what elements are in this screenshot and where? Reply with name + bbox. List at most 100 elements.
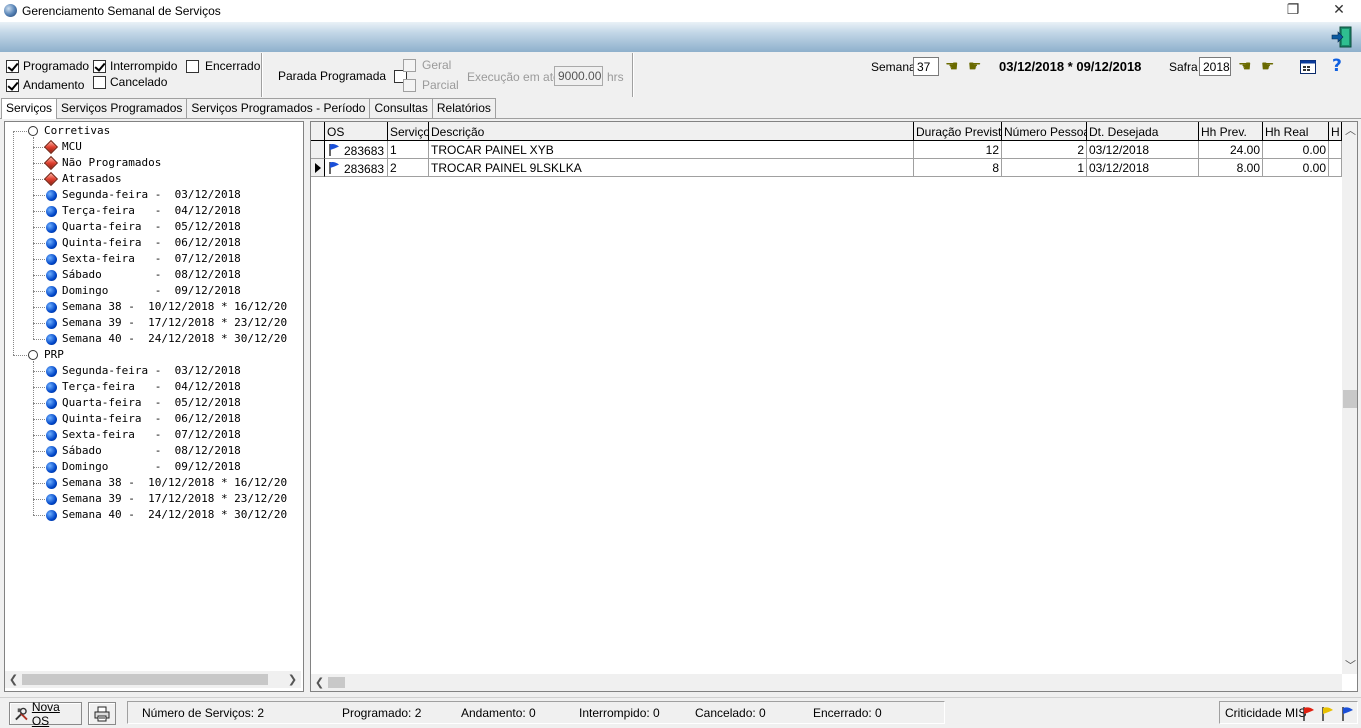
blue-dot-icon[interactable]: [46, 430, 57, 441]
column-header-dt-desejada[interactable]: Dt. Desejada: [1087, 122, 1199, 141]
blue-dot-icon[interactable]: [46, 510, 57, 521]
grid-vertical-scrollbar[interactable]: ︿ ﹀: [1342, 122, 1357, 674]
scroll-right-icon[interactable]: ❯: [284, 671, 301, 688]
column-header-duracao[interactable]: Duração Prevista: [914, 122, 1002, 141]
tree-node-label[interactable]: Terça-feira - 04/12/2018: [62, 379, 241, 395]
tree-node-label[interactable]: Semana 40 - 24/12/2018 * 30/12/20: [62, 507, 287, 523]
blue-dot-icon[interactable]: [46, 286, 57, 297]
blue-dot-icon[interactable]: [46, 478, 57, 489]
tree-node-label[interactable]: Semana 38 - 10/12/2018 * 16/12/20: [62, 475, 287, 491]
node-circle-icon[interactable]: [28, 350, 38, 360]
tree-node-label[interactable]: Sexta-feira - 07/12/2018: [62, 251, 241, 267]
programado-checkbox[interactable]: Programado: [6, 59, 89, 73]
tree-node-label[interactable]: MCU: [62, 139, 82, 155]
andamento-checkbox[interactable]: Andamento: [6, 78, 84, 92]
blue-dot-icon[interactable]: [46, 334, 57, 345]
blue-dot-icon[interactable]: [46, 382, 57, 393]
blue-dot-icon[interactable]: [46, 222, 57, 233]
grid-cell-duracao[interactable]: 12: [914, 141, 1002, 159]
grid-cell-h[interactable]: [1329, 141, 1342, 159]
tab-servicos-programados-periodo[interactable]: Serviços Programados - Período: [186, 98, 371, 118]
scroll-left-icon[interactable]: ❮: [5, 671, 22, 688]
tree-node-label[interactable]: Segunda-feira - 03/12/2018: [62, 363, 241, 379]
grid-cell-servico[interactable]: 2: [388, 159, 429, 177]
cancelado-checkbox[interactable]: Cancelado: [93, 75, 167, 89]
geral-checkbox[interactable]: Geral: [403, 58, 451, 72]
tree-node-label[interactable]: Semana 40 - 24/12/2018 * 30/12/20: [62, 331, 287, 347]
semana-input[interactable]: 37: [913, 57, 939, 76]
blue-dot-icon[interactable]: [46, 302, 57, 313]
print-button[interactable]: [88, 702, 116, 725]
node-circle-icon[interactable]: [28, 126, 38, 136]
column-header-os[interactable]: OS: [325, 122, 388, 141]
tree-node-label[interactable]: Corretivas: [44, 123, 110, 139]
safra-input[interactable]: 2018: [1199, 57, 1231, 76]
grid-cell-hh-prev[interactable]: 8.00: [1199, 159, 1263, 177]
tree-node-label[interactable]: Quarta-feira - 05/12/2018: [62, 395, 241, 411]
grid-cell-dt[interactable]: 03/12/2018: [1087, 159, 1199, 177]
row-indicator[interactable]: [311, 141, 325, 159]
blue-dot-icon[interactable]: [46, 190, 57, 201]
tree-node-label[interactable]: Atrasados: [62, 171, 122, 187]
tree-node-label[interactable]: Segunda-feira - 03/12/2018: [62, 187, 241, 203]
tree-node-label[interactable]: Quinta-feira - 06/12/2018: [62, 411, 241, 427]
column-header-pessoas[interactable]: Número Pessoas: [1002, 122, 1087, 141]
execucao-input[interactable]: 9000.00: [554, 66, 603, 86]
grid-cell-hh-prev[interactable]: 24.00: [1199, 141, 1263, 159]
blue-dot-icon[interactable]: [46, 254, 57, 265]
restore-button[interactable]: ❐: [1270, 0, 1316, 22]
scroll-left-icon[interactable]: ❮: [311, 674, 328, 691]
scroll-thumb[interactable]: [22, 674, 268, 685]
blue-dot-icon[interactable]: [46, 366, 57, 377]
tree-node-label[interactable]: Quarta-feira - 05/12/2018: [62, 219, 241, 235]
red-diamond-icon[interactable]: [43, 171, 59, 187]
tree-node-label[interactable]: PRP: [44, 347, 64, 363]
blue-dot-icon[interactable]: [46, 270, 57, 281]
grid-cell-pessoas[interactable]: 1: [1002, 159, 1087, 177]
column-header-hh-prev[interactable]: Hh Prev.: [1199, 122, 1263, 141]
tree-node-label[interactable]: Quinta-feira - 06/12/2018: [62, 235, 241, 251]
tree-node-label[interactable]: Semana 39 - 17/12/2018 * 23/12/20: [62, 315, 287, 331]
services-tree[interactable]: Corretivas MCU Não Programados Atrasados Seg…: [5, 122, 301, 671]
grid-cell-hh-real[interactable]: 0.00: [1263, 141, 1329, 159]
red-diamond-icon[interactable]: [43, 155, 59, 171]
grid-horizontal-scrollbar[interactable]: ❮: [311, 674, 1342, 691]
grid-cell-descricao[interactable]: TROCAR PAINEL 9LSKLKA: [429, 159, 914, 177]
parcial-checkbox[interactable]: Parcial: [403, 78, 459, 92]
tree-horizontal-scrollbar[interactable]: ❮ ❯: [5, 671, 301, 688]
grid-cell-descricao[interactable]: TROCAR PAINEL XYB: [429, 141, 914, 159]
help-icon[interactable]: ?: [1332, 56, 1342, 76]
tree-node-label[interactable]: Sexta-feira - 07/12/2018: [62, 427, 241, 443]
column-header-h[interactable]: H: [1329, 122, 1342, 141]
next-week-icon[interactable]: ☛: [968, 57, 981, 75]
column-header-servico[interactable]: Serviço: [388, 122, 429, 141]
blue-dot-icon[interactable]: [46, 446, 57, 457]
blue-dot-icon[interactable]: [46, 414, 57, 425]
tab-servicos-programados[interactable]: Serviços Programados: [56, 98, 188, 118]
row-indicator[interactable]: [311, 159, 325, 177]
close-button[interactable]: ✕: [1316, 0, 1361, 22]
blue-dot-icon[interactable]: [46, 398, 57, 409]
next-safra-icon[interactable]: ☛: [1261, 57, 1274, 75]
grid-cell-hh-real[interactable]: 0.00: [1263, 159, 1329, 177]
column-header-hh-real[interactable]: Hh Real: [1263, 122, 1329, 141]
tree-node-label[interactable]: Domingo - 09/12/2018: [62, 459, 241, 475]
blue-dot-icon[interactable]: [46, 462, 57, 473]
grid-cell-duracao[interactable]: 8: [914, 159, 1002, 177]
exit-icon[interactable]: [1331, 25, 1355, 49]
tree-node-label[interactable]: Terça-feira - 04/12/2018: [62, 203, 241, 219]
tree-node-label[interactable]: Domingo - 09/12/2018: [62, 283, 241, 299]
previous-week-icon[interactable]: ☚: [945, 57, 958, 75]
grid-cell-os[interactable]: 283683: [325, 159, 388, 177]
tree-node-label[interactable]: Não Programados: [62, 155, 161, 171]
blue-dot-icon[interactable]: [46, 238, 57, 249]
tree-node-label[interactable]: Semana 39 - 17/12/2018 * 23/12/20: [62, 491, 287, 507]
previous-safra-icon[interactable]: ☚: [1238, 57, 1251, 75]
blue-dot-icon[interactable]: [46, 318, 57, 329]
tree-node-label[interactable]: Sábado - 08/12/2018: [62, 443, 241, 459]
tree-node-label[interactable]: Sábado - 08/12/2018: [62, 267, 241, 283]
red-diamond-icon[interactable]: [43, 139, 59, 155]
grid-cell-os[interactable]: 283683: [325, 141, 388, 159]
tab-servicos[interactable]: Serviços: [1, 98, 58, 119]
column-header-descricao[interactable]: Descrição: [429, 122, 914, 141]
